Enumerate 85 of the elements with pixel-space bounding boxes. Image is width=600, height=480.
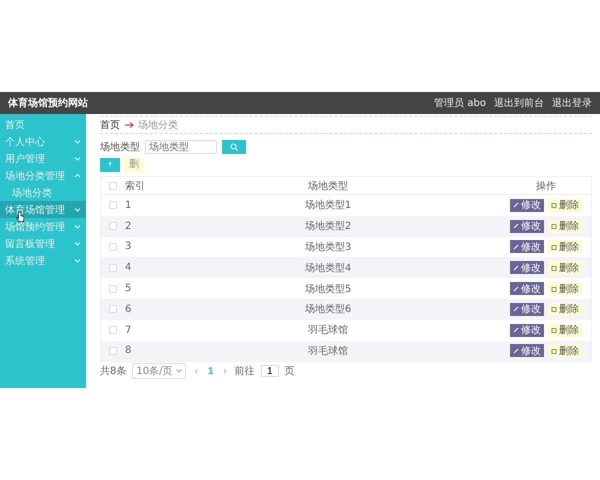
select-all-checkbox[interactable] bbox=[109, 182, 117, 190]
column-header: 操作 bbox=[535, 180, 557, 192]
breadcrumb-item[interactable]: 首页 bbox=[100, 118, 120, 132]
pencil-icon bbox=[513, 306, 519, 312]
chevron-icon bbox=[176, 369, 182, 374]
table-cell-text: 场地类型6 bbox=[304, 302, 352, 316]
chevron-icon bbox=[74, 156, 81, 161]
pencil-icon bbox=[513, 202, 519, 208]
table-cell-text: 8 bbox=[125, 345, 132, 356]
page-input[interactable]: 1 bbox=[260, 365, 279, 378]
delete-button[interactable]: 删除 bbox=[548, 198, 582, 212]
row-checkbox[interactable] bbox=[109, 242, 117, 251]
row-checkbox[interactable] bbox=[109, 326, 117, 334]
row-checkbox[interactable] bbox=[109, 284, 117, 293]
table-cell-text: 场地类型2 bbox=[304, 220, 352, 234]
pencil-icon bbox=[513, 244, 519, 250]
table-cell-text: 场地类型1 bbox=[304, 198, 352, 212]
chevron-icon bbox=[74, 241, 81, 246]
total-count: 共8条 bbox=[100, 364, 126, 378]
row-checkbox[interactable] bbox=[109, 264, 117, 272]
chevron-icon bbox=[74, 139, 81, 144]
table-cell-text: 场地类型3 bbox=[304, 240, 352, 254]
edit-button[interactable]: 修改 bbox=[510, 198, 544, 212]
table-cell-text: 7 bbox=[125, 324, 132, 336]
table-cell-text: 羽毛球馆 bbox=[307, 344, 349, 358]
edit-button[interactable]: 修改 bbox=[510, 302, 544, 316]
trash-icon bbox=[551, 244, 557, 250]
delete-button[interactable]: 删除 bbox=[548, 240, 582, 254]
edit-button[interactable]: 修改 bbox=[510, 220, 544, 233]
table-cell-text: 场地类型4 bbox=[304, 262, 352, 275]
page-unit: 页 bbox=[284, 365, 295, 378]
site-title: 体育场馆预约网站 bbox=[8, 96, 88, 110]
edit-button[interactable]: 修改 bbox=[510, 324, 544, 337]
trash-icon bbox=[551, 327, 557, 334]
breadcrumb-item: 场地分类 bbox=[138, 118, 178, 132]
row-checkbox[interactable] bbox=[109, 346, 117, 355]
header-link[interactable]: 退出到前台 bbox=[494, 96, 544, 110]
separator-icon bbox=[124, 121, 134, 129]
edit-button[interactable]: 修改 bbox=[510, 240, 544, 254]
edit-button[interactable]: 修改 bbox=[510, 261, 544, 274]
trash-icon bbox=[551, 223, 557, 230]
pencil-icon bbox=[513, 327, 519, 334]
table-cell-text: 3 bbox=[125, 241, 132, 252]
goto-label: 前往 bbox=[234, 364, 255, 378]
trash-icon bbox=[551, 264, 557, 271]
pencil-icon bbox=[513, 286, 519, 292]
pencil-icon bbox=[513, 223, 519, 230]
row-checkbox[interactable] bbox=[109, 305, 117, 314]
table-cell-text: 4 bbox=[125, 262, 132, 274]
edit-button[interactable]: 修改 bbox=[510, 282, 544, 296]
search-field[interactable]: 场地类型 bbox=[145, 140, 217, 154]
delete-button[interactable]: 删除 bbox=[548, 302, 582, 316]
chevron-icon bbox=[74, 207, 81, 212]
table-cell-text: 5 bbox=[125, 283, 132, 294]
edit-button[interactable]: 修改 bbox=[510, 344, 544, 358]
chevron-icon bbox=[74, 173, 81, 178]
trash-icon bbox=[551, 286, 557, 292]
table-cell-text: 6 bbox=[125, 304, 132, 315]
row-checkbox[interactable] bbox=[109, 222, 117, 230]
search-label: 场地类型 bbox=[100, 140, 140, 154]
delete-button[interactable]: 删除 bbox=[548, 344, 582, 358]
table-cell-text: 2 bbox=[125, 220, 132, 232]
row-checkbox[interactable] bbox=[109, 201, 117, 210]
delete-button[interactable]: 删除 bbox=[548, 220, 582, 233]
delete-button[interactable]: 删除 bbox=[548, 261, 582, 274]
trash-icon bbox=[551, 306, 557, 312]
trash-icon bbox=[551, 202, 557, 208]
delete-button[interactable]: 删除 bbox=[548, 282, 582, 296]
table-cell-text: 场地类型5 bbox=[304, 282, 352, 296]
chevron-icon bbox=[74, 224, 81, 229]
table-cell-text: 1 bbox=[125, 200, 132, 211]
delete-button[interactable]: 删除 bbox=[548, 324, 582, 337]
user-menu[interactable]: 管理员 abo bbox=[434, 96, 486, 110]
search-button[interactable] bbox=[222, 140, 246, 154]
page-size-select[interactable]: 10条/页 bbox=[132, 363, 186, 380]
delete-button[interactable]: 删 bbox=[124, 158, 144, 172]
column-header[interactable]: 场地类型 bbox=[155, 178, 501, 192]
table-cell-text: 羽毛球馆 bbox=[307, 324, 349, 338]
pencil-icon bbox=[513, 264, 519, 271]
search-icon bbox=[230, 143, 238, 151]
column-header: 索引 bbox=[125, 180, 146, 192]
trash-icon bbox=[551, 348, 557, 354]
chevron-icon bbox=[74, 258, 81, 263]
pencil-icon bbox=[513, 348, 519, 354]
header-link[interactable]: 退出登录 bbox=[552, 96, 592, 110]
